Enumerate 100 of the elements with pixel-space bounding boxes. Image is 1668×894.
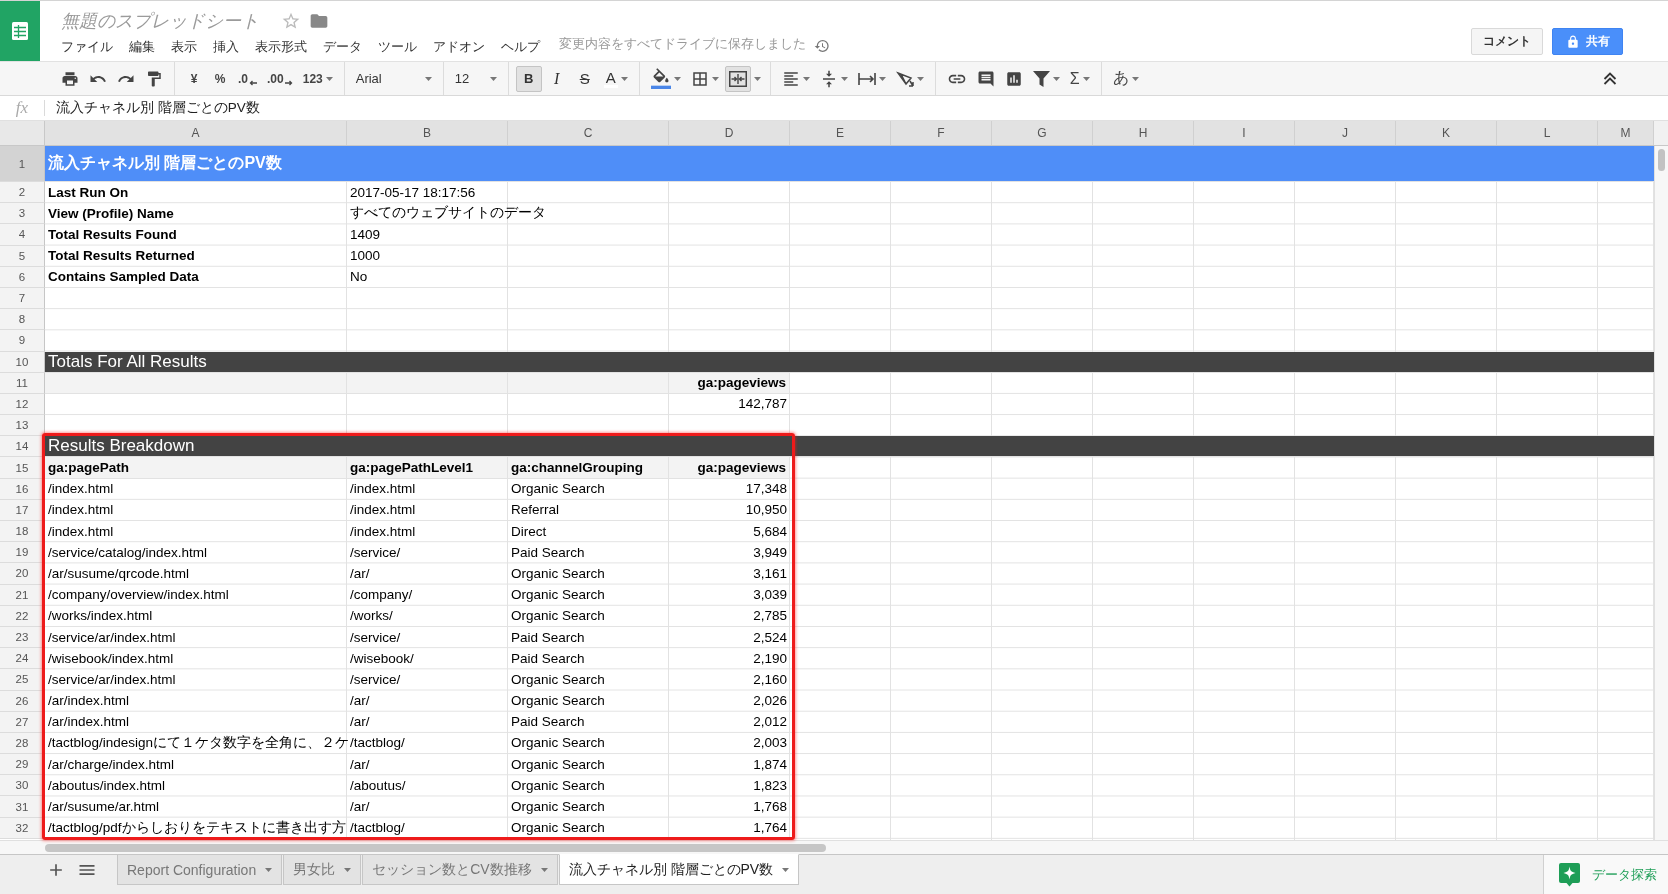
row-number[interactable]: 12	[0, 393, 45, 416]
percent-button[interactable]: %	[208, 65, 232, 92]
column-header[interactable]: J	[1295, 121, 1396, 145]
row-number[interactable]: 24	[0, 648, 45, 670]
caret-icon	[782, 867, 790, 872]
row-number[interactable]: 31	[0, 796, 45, 818]
column-title: ga:pageviews	[669, 457, 790, 479]
column-header[interactable]: D	[669, 121, 790, 145]
merge-cells-icon	[728, 70, 747, 87]
lock-icon	[1565, 34, 1580, 49]
table-cell-text: Organic Search	[510, 586, 606, 605]
table-cell-text: 2,012	[752, 713, 788, 732]
row-number[interactable]: 6	[0, 266, 45, 288]
table-cell-text: /index.html	[47, 480, 115, 499]
currency-button[interactable]: ¥	[182, 65, 206, 92]
history-icon[interactable]	[814, 38, 830, 54]
row-number[interactable]: 13	[0, 415, 45, 437]
increase-decimals-button[interactable]: .00	[263, 65, 297, 92]
row-number[interactable]: 14	[0, 436, 45, 458]
table-cell-text: Organic Search	[510, 480, 606, 499]
sheet-tab[interactable]: セッション数とCV数推移	[362, 854, 558, 885]
caret-icon	[840, 76, 848, 81]
decrease-decimals-button[interactable]: .0	[234, 65, 261, 92]
row-number[interactable]: 10	[0, 351, 45, 373]
row-number[interactable]: 2	[0, 182, 45, 204]
row-number[interactable]: 18	[0, 521, 45, 543]
caret-icon	[344, 867, 352, 872]
column-header[interactable]: I	[1194, 121, 1295, 145]
table-cell-text: 10,950	[744, 501, 788, 520]
font-size-dropdown[interactable]: 12	[450, 65, 501, 92]
table-cell-text: /wisebook/index.html	[47, 649, 175, 668]
menu-item[interactable]: 編集	[129, 38, 155, 56]
bold-button[interactable]: B	[515, 65, 542, 92]
menu-item[interactable]: ヘルプ	[501, 38, 540, 56]
menu-item[interactable]: データ	[323, 38, 362, 56]
row-number[interactable]: 7	[0, 287, 45, 310]
table-cell-text: Organic Search	[510, 670, 606, 689]
table-cell-text: /aboutus/index.html	[47, 776, 167, 795]
text-color-button[interactable]: A	[599, 65, 632, 92]
caret-icon	[265, 867, 273, 872]
sheet-tab[interactable]: 男女比	[283, 854, 362, 885]
table-cell-text: 1,823	[752, 776, 788, 795]
menu-item[interactable]: ファイル	[61, 38, 113, 56]
table-cell-text: Referral	[510, 501, 560, 520]
column-header[interactable]: F	[891, 121, 992, 145]
row-number[interactable]: 4	[0, 224, 45, 246]
row-number[interactable]: 30	[0, 775, 45, 797]
vertical-scrollbar[interactable]	[1654, 146, 1668, 840]
table-cell-text: Organic Search	[510, 798, 606, 817]
comment-button[interactable]: コメント	[1471, 28, 1543, 55]
strikethrough-button[interactable]: S	[571, 65, 598, 92]
table-cell-text: /ar/index.html	[47, 692, 131, 711]
table-cell-text: /ar/index.html	[47, 713, 131, 732]
row-number[interactable]: 29	[0, 754, 45, 776]
column-header[interactable]: A	[45, 121, 347, 145]
row-number[interactable]: 3	[0, 203, 45, 225]
table-cell-text: Paid Search	[510, 713, 586, 732]
sheet-tab[interactable]: 流入チャネル別 階層ごとのPV数	[558, 854, 800, 885]
row-number[interactable]: 8	[0, 309, 45, 331]
column-header[interactable]: H	[1093, 121, 1194, 145]
print-icon	[61, 69, 79, 88]
menu-item[interactable]: 表示形式	[255, 38, 307, 56]
font-dropdown[interactable]: Arial	[351, 65, 436, 92]
row-number[interactable]: 20	[0, 563, 45, 585]
collapse-icon	[1603, 72, 1617, 85]
menu-item[interactable]: ツール	[378, 38, 417, 56]
column-header[interactable]: E	[790, 121, 891, 145]
italic-button[interactable]: I	[543, 65, 570, 92]
scrollbar-thumb[interactable]	[45, 843, 826, 852]
row-number[interactable]: 25	[0, 669, 45, 691]
formula-value[interactable]: 流入チャネル別 階層ごとのPV数	[45, 99, 260, 117]
table-cell-text: /wisebook/	[349, 649, 415, 668]
number-format-dropdown[interactable]: 123	[298, 65, 337, 92]
merge-cells-button[interactable]	[724, 65, 751, 92]
menu-item[interactable]: 表示	[171, 38, 197, 56]
column-header[interactable]: C	[508, 121, 669, 145]
table-cell-text: /index.html	[47, 501, 115, 520]
row-number[interactable]: 15	[0, 457, 45, 479]
sheet-tab[interactable]: Report Configuration	[117, 854, 283, 885]
scrollbar-thumb[interactable]	[1658, 149, 1665, 171]
filter-icon	[1032, 70, 1050, 87]
menu-item[interactable]: 挿入	[213, 38, 239, 56]
table-cell-text: 2,785	[752, 607, 788, 626]
caret-icon	[540, 867, 548, 872]
column-header[interactable]: M	[1598, 121, 1654, 145]
functions-button[interactable]: Σ	[1065, 65, 1094, 92]
column-header[interactable]: K	[1396, 121, 1497, 145]
horizontal-scrollbar[interactable]	[0, 840, 1668, 854]
row-number[interactable]: 5	[0, 245, 45, 267]
row-number[interactable]: 11	[0, 372, 45, 394]
row-number[interactable]: 19	[0, 542, 45, 564]
table-cell-text: Paid Search	[510, 628, 586, 647]
input-tools-button[interactable]: あ	[1108, 65, 1143, 92]
menu-item[interactable]: アドオン	[433, 38, 485, 56]
column-header[interactable]: G	[992, 121, 1093, 145]
row-number[interactable]: 9	[0, 330, 45, 352]
row-number[interactable]: 1	[0, 146, 45, 182]
column-header[interactable]: B	[347, 121, 508, 145]
caret-icon	[1131, 76, 1139, 81]
column-header[interactable]: L	[1497, 121, 1598, 145]
